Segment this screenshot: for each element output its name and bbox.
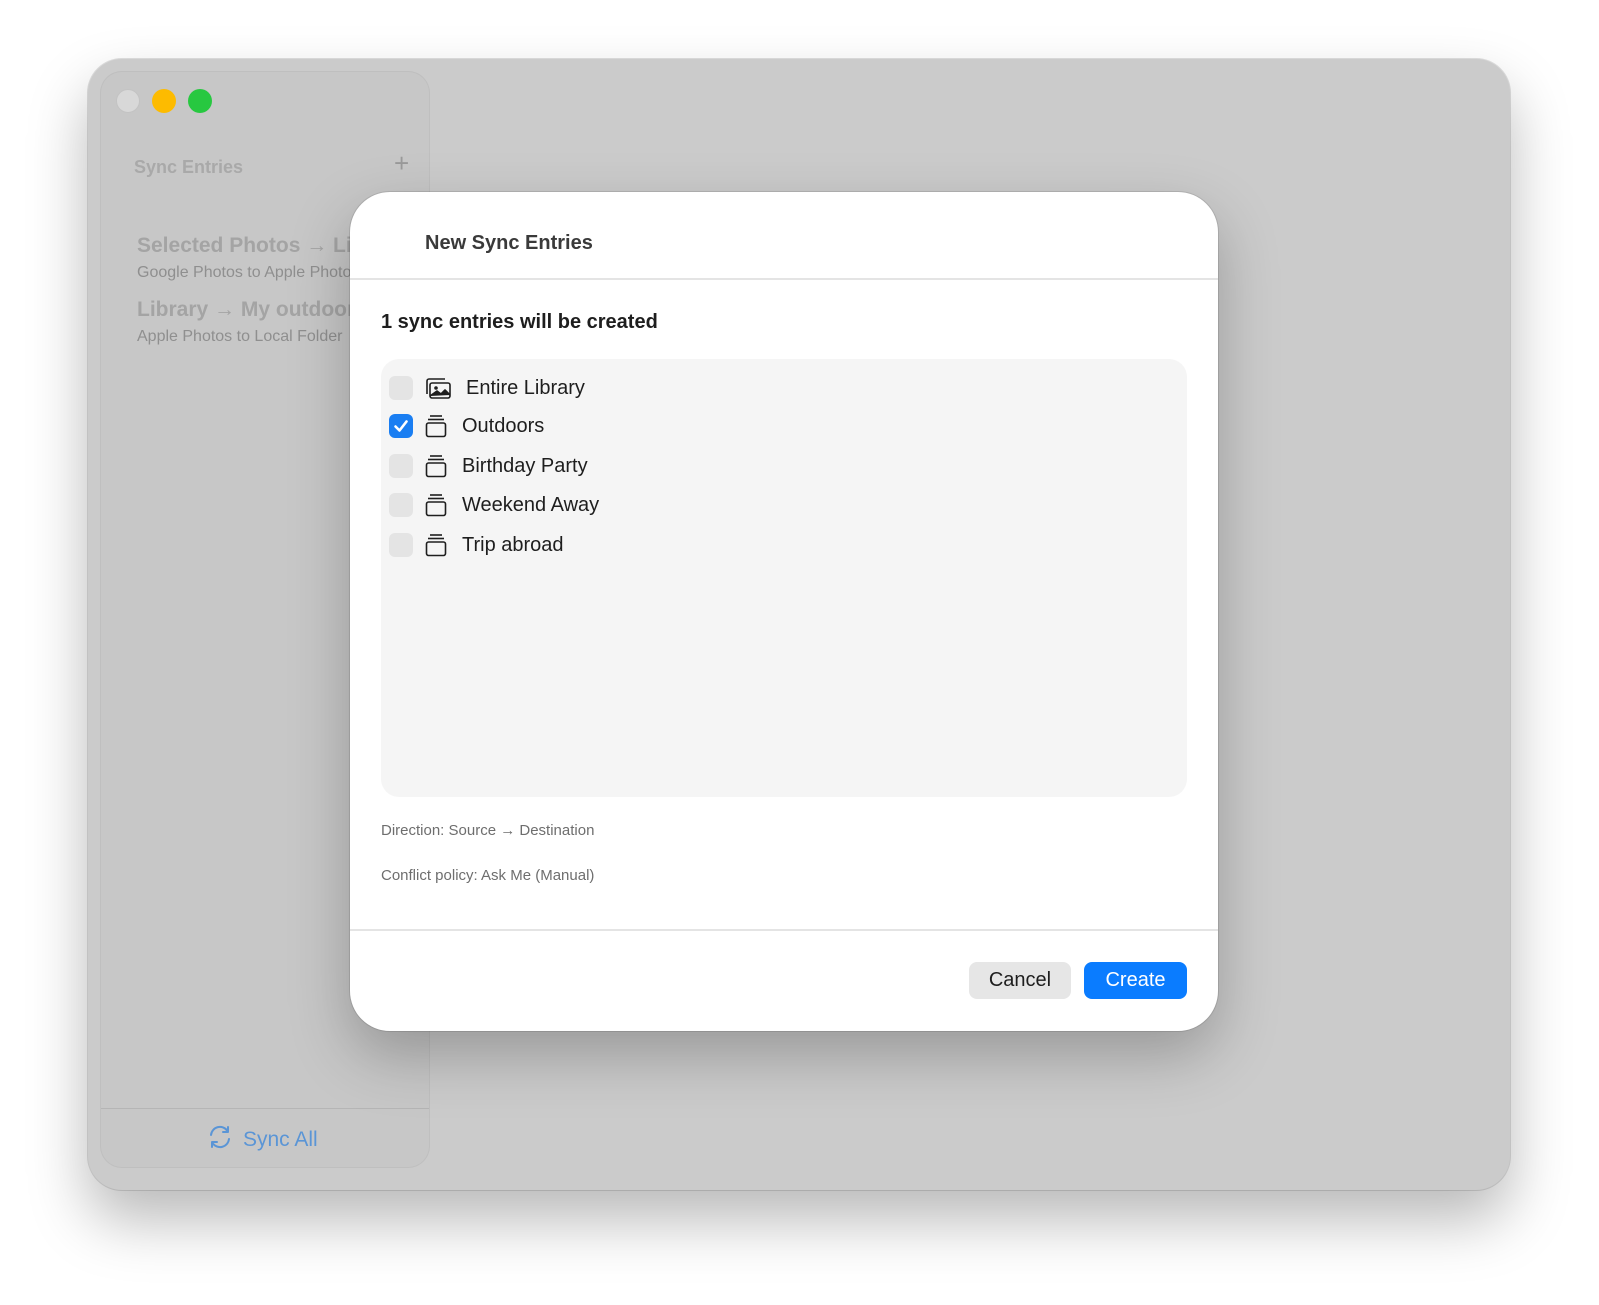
list-item-outdoors[interactable]: Outdoors [389, 411, 544, 441]
album-icon [424, 454, 448, 478]
list-item-birthday-party[interactable]: Birthday Party [389, 451, 588, 481]
list-item-label: Birthday Party [462, 454, 588, 477]
album-icon [424, 493, 448, 517]
checkbox[interactable] [389, 454, 413, 478]
summary-text: 1 sync entries will be created [381, 311, 658, 333]
sidebar-divider [101, 1108, 429, 1109]
photo-library-icon [424, 376, 452, 400]
list-item-label: Weekend Away [462, 493, 600, 516]
checkmark-icon [394, 420, 408, 432]
create-button[interactable]: Create [1084, 962, 1187, 999]
sidebar-header: Sync Entries [134, 157, 244, 177]
sync-all-button[interactable]: Sync All [207, 1124, 318, 1156]
new-sync-entries-dialog: New Sync Entries 1 sync entries will be … [350, 192, 1218, 1031]
zoom-window-button[interactable] [188, 89, 212, 113]
close-window-button[interactable] [116, 89, 140, 113]
dialog-title: New Sync Entries [425, 232, 593, 254]
checkbox[interactable] [389, 533, 413, 557]
direction-text: Direction: Source → Destination [381, 822, 595, 839]
album-list: Entire Library Outdoors Birthday Party W… [381, 359, 1187, 797]
add-entry-button[interactable]: + [394, 148, 409, 178]
list-item-label: Outdoors [462, 414, 545, 437]
list-item-label: Trip abroad [462, 533, 564, 556]
list-item-trip-abroad[interactable]: Trip abroad [389, 530, 564, 560]
app-window: Sync Entries + Selected Photos → Library… [88, 59, 1510, 1190]
checkbox[interactable] [389, 376, 413, 400]
checkbox[interactable] [389, 493, 413, 517]
list-item-weekend-away[interactable]: Weekend Away [389, 490, 599, 520]
checkbox[interactable] [389, 414, 413, 438]
sync-icon [207, 1124, 233, 1156]
album-icon [424, 533, 448, 557]
album-icon [424, 414, 448, 438]
divider [350, 929, 1218, 931]
divider [350, 278, 1218, 280]
sync-all-label: Sync All [243, 1128, 318, 1151]
conflict-policy-text: Conflict policy: Ask Me (Manual) [381, 867, 595, 884]
cancel-button[interactable]: Cancel [969, 962, 1071, 999]
list-item-entire-library[interactable]: Entire Library [389, 373, 585, 403]
minimize-window-button[interactable] [152, 89, 176, 113]
list-item-label: Entire Library [466, 376, 585, 399]
